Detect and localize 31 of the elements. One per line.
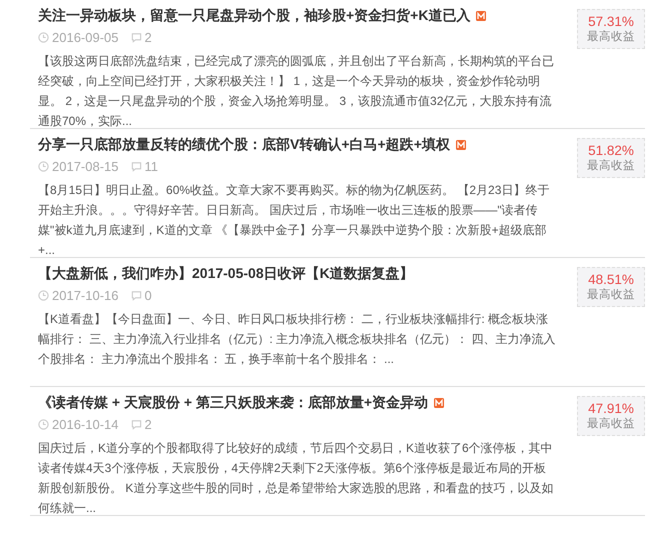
clock-icon [38, 32, 49, 43]
comment-icon [130, 290, 142, 301]
article-title[interactable]: 【大盘新低，我们咋办】2017-05-08日收评【K道数据复盘】 [38, 265, 414, 283]
article-title[interactable]: 分享一只底部放量反转的绩优个股：底部V转确认+白马+超跌+填权 [38, 136, 450, 154]
return-value: 57.31% [588, 14, 634, 29]
post-date: 2016-10-14 [52, 417, 118, 432]
return-value: 47.91% [588, 401, 634, 416]
member-badge-icon [434, 398, 444, 408]
article-summary: 【8月15日】明日止盈。60%收益。文章大家不要再购买。标的物为亿帆医药。 【2月23日】终于开始主升浪。。。守得好辛苦。日日新高。 国庆过后，市场唯一收出三连板的股票——"读者传媒"被k道九月底逮到，K道的文章 《【暴跌中金子】分享一只暴跌中逆势个股：次新股+超级底部+... [38, 182, 550, 259]
article-summary: 【K道看盘】【今日盘面】一、今日、昨日风口板块排行榜： 二，行业板块涨幅排行: 概念板块涨幅排行： 三、主力净流入行业排名（亿元）: 主力净流入概念板块排名（亿元）： 四、主力净流入个股排名： 主力净流出个股排名： 五，换手率前十名个股排名： ... [38, 311, 556, 368]
member-badge-icon [456, 140, 466, 150]
clock-icon [38, 290, 49, 301]
return-label: 最高收益 [587, 158, 635, 173]
return-label: 最高收益 [587, 416, 635, 431]
return-value: 48.51% [588, 272, 634, 287]
article-title[interactable]: 关注一异动板块，留意一只尾盘异动个股，袖珍股+资金扫货+K道已入 [38, 7, 470, 25]
return-label: 最高收益 [587, 29, 635, 44]
post-date: 2016-09-05 [52, 30, 118, 45]
member-badge-icon [476, 11, 486, 21]
clock-icon [38, 419, 49, 430]
comment-icon [130, 32, 142, 43]
return-value: 51.82% [588, 143, 634, 158]
article-summary: 【该股这两日底部洗盘结束，已经完成了漂亮的圆弧底，并且创出了平台新高，长期构筑的平台已经突破，向上空间已经打开，大家积极关注！】 1，这是一个今天异动的板块，资金炒作轮动明显。 2，这是一只尾盘异动的个股，资金入场抢筹明显。 3，该股流通市值32亿元，大股东持有流通股70%，实际... [38, 53, 555, 130]
post-date: 2017-08-15 [52, 159, 118, 174]
article-summary: 国庆过后，K道分享的个股都取得了比较好的成绩，节后四个交易日，K道收获了6个涨停板，其中读者传媒4天3个涨停板，天宸股份，4天停牌2天剩下2天涨停板。第6个涨停板是最近布局的开板新股创新股份。 K道分享这些牛股的同时，总是希望带给大家选股的思路，和看盘的技巧，以及如何练就一... [38, 440, 554, 517]
article-title[interactable]: 《读者传媒 + 天宸股份 + 第三只妖股来袭：底部放量+资金异动 [38, 394, 428, 412]
clock-icon [38, 161, 49, 172]
post-date: 2017-10-16 [52, 288, 118, 303]
comment-icon [130, 161, 142, 172]
comment-icon [130, 419, 142, 430]
return-label: 最高收益 [587, 287, 635, 302]
